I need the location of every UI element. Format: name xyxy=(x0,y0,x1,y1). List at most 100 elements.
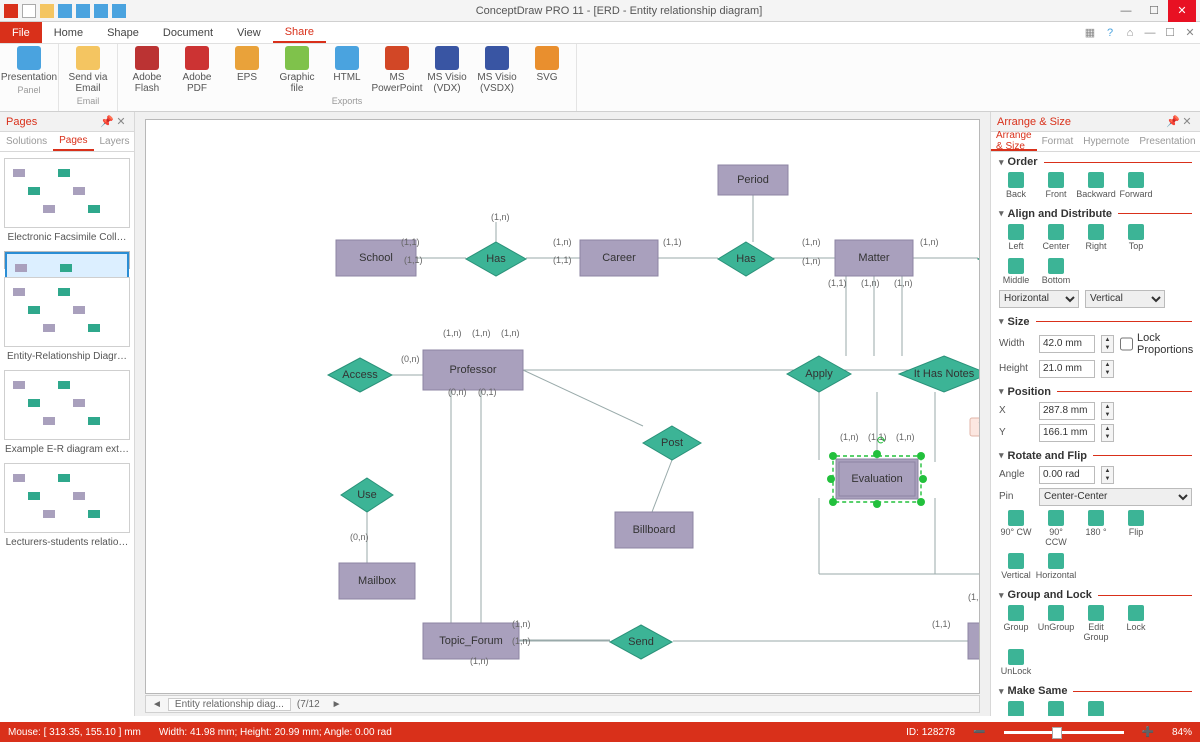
center-button[interactable]: Center xyxy=(1039,224,1073,252)
bottom-button[interactable]: Bottom xyxy=(1039,258,1073,286)
document-tab[interactable]: Document xyxy=(151,22,225,43)
view-tab[interactable]: View xyxy=(225,22,273,43)
forward-button[interactable]: Forward xyxy=(1119,172,1153,200)
hypernote-tab[interactable]: Hypernote xyxy=(1078,132,1134,151)
180--button[interactable]: 180 ° xyxy=(1079,510,1113,548)
y-input[interactable] xyxy=(1039,424,1095,442)
middle-button[interactable]: Middle xyxy=(999,258,1033,286)
svg-text:(0,n): (0,n) xyxy=(401,354,420,364)
export-adobe-pdf-button[interactable]: Adobe PDF xyxy=(174,46,220,94)
zoom-slider[interactable] xyxy=(1004,731,1124,734)
back-button[interactable]: Back xyxy=(999,172,1033,200)
thumb-0[interactable]: Electronic Facsimile Coll… xyxy=(4,158,130,243)
export-ms-visio-vsdx--button[interactable]: MS Visio (VSDX) xyxy=(474,46,520,94)
tab-nav[interactable]: ◄ xyxy=(146,699,168,710)
width-input[interactable] xyxy=(1039,335,1095,353)
presentation-tab[interactable]: Presentation xyxy=(1134,132,1200,151)
top-button[interactable]: Top xyxy=(1119,224,1153,252)
right-button[interactable]: Right xyxy=(1079,224,1113,252)
thumb-1[interactable]: Entity relationship diagram xyxy=(4,251,130,269)
zoom-in-icon[interactable]: ➕ xyxy=(1142,727,1154,738)
export-ms-powerpoint-button[interactable]: MS PowerPoint xyxy=(374,46,420,94)
arrsize-tab[interactable]: Arrange & Size xyxy=(991,132,1037,151)
group-button[interactable]: Group xyxy=(999,605,1033,643)
lock-button[interactable]: Lock xyxy=(1119,605,1153,643)
backward-button[interactable]: Backward xyxy=(1079,172,1113,200)
x-input[interactable] xyxy=(1039,402,1095,420)
close2-icon[interactable]: ✕ xyxy=(1180,22,1200,43)
thumb-2[interactable]: Entity-Relationship Diagr… xyxy=(4,277,130,362)
vertical-button[interactable]: Vertical xyxy=(999,553,1033,581)
lock-proportions[interactable] xyxy=(1120,335,1133,353)
home-tab[interactable]: Home xyxy=(42,22,95,43)
close-panel-icon[interactable]: ✕ xyxy=(114,115,128,128)
pin2-icon[interactable]: 📌 xyxy=(1166,115,1180,128)
svg-text:(0,n): (0,n) xyxy=(350,532,369,542)
svg-text:Has: Has xyxy=(736,253,756,265)
undo-icon[interactable] xyxy=(58,4,72,18)
panel-caption: Panel xyxy=(17,85,40,95)
solutions-tab[interactable]: Solutions xyxy=(0,132,53,151)
export-graphic-file-button[interactable]: Graphic file xyxy=(274,46,320,94)
pin-icon[interactable]: 📌 xyxy=(100,115,114,128)
unlock-button[interactable]: UnLock xyxy=(999,649,1033,677)
svg-text:(1,n): (1,n) xyxy=(802,237,821,247)
restore-icon[interactable]: ☐ xyxy=(1160,22,1180,43)
minimize-button[interactable]: — xyxy=(1112,0,1140,22)
horiz-select[interactable]: Horizontal xyxy=(999,290,1079,308)
svg-text:(1,n): (1,n) xyxy=(470,656,489,666)
svg-text:(1,n): (1,n) xyxy=(861,278,880,288)
share-tab[interactable]: Share xyxy=(273,22,326,43)
width-button[interactable]: Width xyxy=(1039,701,1073,716)
home-icon[interactable]: ⌂ xyxy=(1120,22,1140,43)
height-button[interactable]: Height xyxy=(1079,701,1113,716)
left-button[interactable]: Left xyxy=(999,224,1033,252)
layers-tab[interactable]: Layers xyxy=(94,132,136,151)
height-input[interactable] xyxy=(1039,360,1095,378)
flip-button[interactable]: Flip xyxy=(1119,510,1153,548)
size-button[interactable]: Size xyxy=(999,701,1033,716)
export-eps-button[interactable]: EPS xyxy=(224,46,270,94)
format-tab[interactable]: Format xyxy=(1037,132,1079,151)
export-html-button[interactable]: HTML xyxy=(324,46,370,94)
file-tab[interactable]: File xyxy=(0,22,42,43)
help-icon[interactable]: ? xyxy=(1100,22,1120,43)
angle-input[interactable] xyxy=(1039,466,1095,484)
thumb-3[interactable]: Example E-R diagram ext… xyxy=(4,370,130,455)
save-icon[interactable] xyxy=(94,4,108,18)
edit-group-button[interactable]: Edit Group xyxy=(1079,605,1113,643)
tab-nav-next[interactable]: ► xyxy=(326,699,348,710)
export-svg-button[interactable]: SVG xyxy=(524,46,570,94)
horizontal-button[interactable]: Horizontal xyxy=(1039,553,1073,581)
qat-icon[interactable] xyxy=(4,4,18,18)
export-ms-visio-vdx--button[interactable]: MS Visio (VDX) xyxy=(424,46,470,94)
thumbnails: Electronic Facsimile Coll… Entity relatio… xyxy=(0,152,134,716)
redo-icon[interactable] xyxy=(76,4,90,18)
export-adobe-flash-button[interactable]: Adobe Flash xyxy=(124,46,170,94)
canvas[interactable]: PeriodSchoolCareerMatterBibliographyProf… xyxy=(145,119,980,694)
grid-icon[interactable]: ▦ xyxy=(1080,22,1100,43)
thumb-4[interactable]: Lecturers-students relatio… xyxy=(4,463,130,548)
sheet-tab[interactable]: Entity relationship diag... xyxy=(168,698,291,711)
preview-icon[interactable] xyxy=(112,4,126,18)
pages-tab[interactable]: Pages xyxy=(53,132,93,151)
new-icon[interactable] xyxy=(22,4,36,18)
front-button[interactable]: Front xyxy=(1039,172,1073,200)
svg-text:(1,n): (1,n) xyxy=(443,328,462,338)
90-cw-button[interactable]: 90° CW xyxy=(999,510,1033,548)
zoom-out-icon[interactable]: ➖ xyxy=(973,727,985,738)
vert-select[interactable]: Vertical xyxy=(1085,290,1165,308)
send-email-button[interactable]: Send via Email xyxy=(65,46,111,94)
open-icon[interactable] xyxy=(40,4,54,18)
presentation-button[interactable]: Presentation xyxy=(6,46,52,83)
ungroup-button[interactable]: UnGroup xyxy=(1039,605,1073,643)
close-button[interactable]: ✕ xyxy=(1168,0,1196,22)
close2p-icon[interactable]: ✕ xyxy=(1180,115,1194,128)
maximize-button[interactable]: ☐ xyxy=(1140,0,1168,22)
svg-text:Has: Has xyxy=(486,253,506,265)
pin-select[interactable]: Center-Center xyxy=(1039,488,1192,506)
90-ccw-button[interactable]: 90° CCW xyxy=(1039,510,1073,548)
min-icon[interactable]: — xyxy=(1140,22,1160,43)
shape-tab[interactable]: Shape xyxy=(95,22,151,43)
svg-text:(1,n): (1,n) xyxy=(896,432,915,442)
